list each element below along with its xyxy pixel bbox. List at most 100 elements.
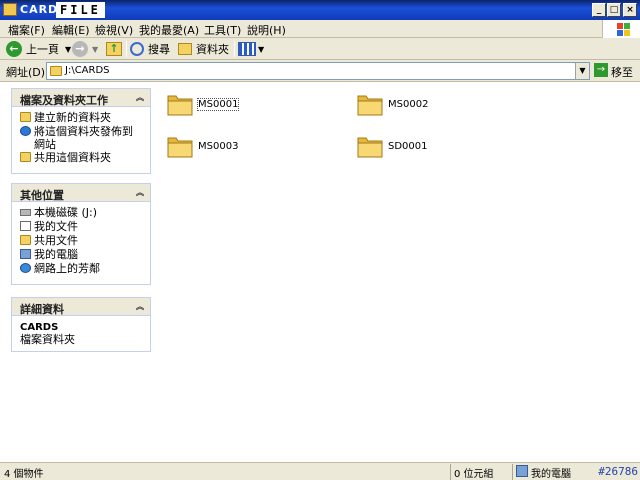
maximize-button[interactable]: □ bbox=[607, 3, 621, 17]
address-value: J:\CARDS bbox=[65, 65, 110, 76]
task-share-folder[interactable]: 共用這個資料夾 bbox=[12, 151, 150, 165]
panel-header[interactable]: 檔案及資料夾工作 ︽ bbox=[12, 89, 150, 107]
menu-edit[interactable]: 編輯(E) bbox=[52, 22, 90, 38]
minimize-button[interactable]: _ bbox=[592, 3, 606, 17]
panel-header[interactable]: 其他位置 ︽ bbox=[12, 184, 150, 202]
network-icon bbox=[20, 263, 31, 273]
computer-icon bbox=[516, 465, 528, 477]
address-label: 網址(D) bbox=[6, 66, 46, 79]
status-divider bbox=[512, 464, 513, 480]
panel-title: 檔案及資料夾工作 bbox=[20, 94, 108, 107]
shared-folder-icon bbox=[20, 152, 31, 162]
up-button[interactable]: ↑ bbox=[106, 40, 122, 58]
menu-tools[interactable]: 工具(T) bbox=[204, 22, 241, 38]
forward-arrow-icon: → bbox=[72, 41, 88, 57]
title-bar: CARDS FILE _ □ × bbox=[0, 0, 640, 20]
documents-icon bbox=[20, 221, 31, 231]
folder-icon bbox=[167, 95, 193, 116]
menu-help[interactable]: 說明(H) bbox=[247, 22, 286, 38]
menu-file[interactable]: 檔案(F) bbox=[8, 22, 45, 38]
panel-title: 其他位置 bbox=[20, 189, 64, 202]
place-my-computer[interactable]: 我的電腦 bbox=[12, 248, 150, 262]
computer-icon bbox=[20, 249, 31, 259]
search-label: 搜尋 bbox=[148, 43, 170, 56]
folder-icon bbox=[357, 95, 383, 116]
image-id-label: #26786 bbox=[598, 465, 638, 478]
task-pane: 檔案及資料夾工作 ︽ 建立新的資料夾 將這個資料夾發佈到網站 共用這個資料夾 其… bbox=[0, 82, 158, 462]
views-icon bbox=[238, 42, 256, 56]
status-location: 我的電腦 bbox=[531, 469, 571, 480]
address-bar: 網址(D) J:\CARDS ▼ → 移至 bbox=[0, 60, 640, 82]
place-label: 本機磁碟 (J:) bbox=[34, 206, 98, 219]
globe-icon bbox=[20, 126, 31, 136]
folder-icon bbox=[20, 235, 31, 245]
task-new-folder[interactable]: 建立新的資料夾 bbox=[12, 111, 150, 125]
status-divider bbox=[450, 464, 451, 480]
close-button[interactable]: × bbox=[623, 3, 637, 17]
panel-title: 詳細資料 bbox=[20, 303, 64, 316]
folder-icon bbox=[167, 137, 193, 158]
other-places-panel: 其他位置 ︽ 本機磁碟 (J:) 我的文件 共用文件 我的電腦 網路上的芳鄰 bbox=[11, 183, 151, 285]
chevron-down-icon: ▼ bbox=[65, 44, 72, 54]
folder-name: MS0003 bbox=[198, 141, 239, 152]
up-folder-icon: ↑ bbox=[106, 42, 122, 56]
task-label: 共用這個資料夾 bbox=[34, 151, 111, 164]
folder-icon bbox=[178, 43, 192, 55]
detail-type: 檔案資料夾 bbox=[20, 333, 75, 346]
address-input[interactable]: J:\CARDS ▼ bbox=[46, 62, 590, 80]
collapse-chevron-icon[interactable]: ︽ bbox=[134, 92, 146, 104]
place-shared-documents[interactable]: 共用文件 bbox=[12, 234, 150, 248]
folder-item[interactable]: MS0003 bbox=[166, 132, 266, 162]
place-local-disk[interactable]: 本機磁碟 (J:) bbox=[12, 206, 150, 220]
folder-item[interactable]: SD0001 bbox=[356, 132, 456, 162]
folder-icon bbox=[3, 3, 17, 16]
chevron-down-icon: ▼ bbox=[258, 44, 265, 54]
folder-item[interactable]: MS0002 bbox=[356, 90, 456, 120]
place-label: 我的文件 bbox=[34, 220, 78, 233]
windows-logo-icon bbox=[602, 20, 640, 38]
folder-name: SD0001 bbox=[388, 141, 428, 152]
new-folder-icon bbox=[20, 112, 31, 122]
status-bar: 4 個物件 0 位元組 我的電腦 #26786 bbox=[0, 462, 640, 480]
place-label: 我的電腦 bbox=[34, 248, 78, 261]
panel-header[interactable]: 詳細資料 ︽ bbox=[12, 298, 150, 316]
back-button[interactable]: ← 上一頁 ▼ bbox=[6, 40, 71, 58]
drive-icon bbox=[20, 209, 31, 216]
go-button-label[interactable]: 移至 bbox=[611, 64, 633, 80]
menu-favorites[interactable]: 我的最愛(A) bbox=[139, 22, 199, 38]
status-object-count: 4 個物件 bbox=[4, 469, 44, 480]
folder-icon bbox=[50, 66, 62, 76]
logo-text: FILE bbox=[56, 2, 105, 18]
collapse-chevron-icon[interactable]: ︽ bbox=[134, 187, 146, 199]
folder-icon bbox=[357, 137, 383, 158]
file-tasks-panel: 檔案及資料夾工作 ︽ 建立新的資料夾 將這個資料夾發佈到網站 共用這個資料夾 bbox=[11, 88, 151, 174]
views-button[interactable]: ▼ bbox=[238, 40, 264, 58]
details-panel: 詳細資料 ︽ CARDS 檔案資料夾 bbox=[11, 297, 151, 352]
task-publish-folder[interactable]: 將這個資料夾發佈到網站 bbox=[12, 125, 136, 151]
status-size: 0 位元組 bbox=[454, 469, 494, 480]
go-arrow-icon[interactable]: → bbox=[594, 63, 608, 77]
folders-button[interactable]: 資料夾 bbox=[178, 40, 229, 58]
content-area: 檔案及資料夾工作 ︽ 建立新的資料夾 將這個資料夾發佈到網站 共用這個資料夾 其… bbox=[0, 82, 640, 462]
toolbar-separator bbox=[234, 41, 235, 57]
collapse-chevron-icon[interactable]: ︽ bbox=[134, 301, 146, 313]
place-label: 網路上的芳鄰 bbox=[34, 262, 100, 275]
folder-name: MS0001 bbox=[196, 98, 240, 111]
back-label: 上一頁 bbox=[26, 43, 59, 56]
toolbar-separator bbox=[126, 41, 127, 57]
folder-name: MS0002 bbox=[388, 99, 429, 110]
place-my-documents[interactable]: 我的文件 bbox=[12, 220, 150, 234]
task-label: 將這個資料夾發佈到網站 bbox=[34, 125, 133, 151]
task-label: 建立新的資料夾 bbox=[34, 111, 111, 124]
place-network[interactable]: 網路上的芳鄰 bbox=[12, 262, 150, 276]
address-dropdown-button[interactable]: ▼ bbox=[575, 63, 589, 79]
menu-bar: 檔案(F) 編輯(E) 檢視(V) 我的最愛(A) 工具(T) 說明(H) bbox=[0, 20, 640, 38]
search-icon bbox=[130, 42, 144, 56]
back-arrow-icon: ← bbox=[6, 41, 22, 57]
forward-button[interactable]: → ▼ bbox=[72, 40, 98, 58]
search-button[interactable]: 搜尋 bbox=[130, 40, 170, 58]
folder-item[interactable]: MS0001 bbox=[166, 90, 266, 120]
folders-label: 資料夾 bbox=[196, 43, 229, 56]
place-label: 共用文件 bbox=[34, 234, 78, 247]
menu-view[interactable]: 檢視(V) bbox=[95, 22, 133, 38]
